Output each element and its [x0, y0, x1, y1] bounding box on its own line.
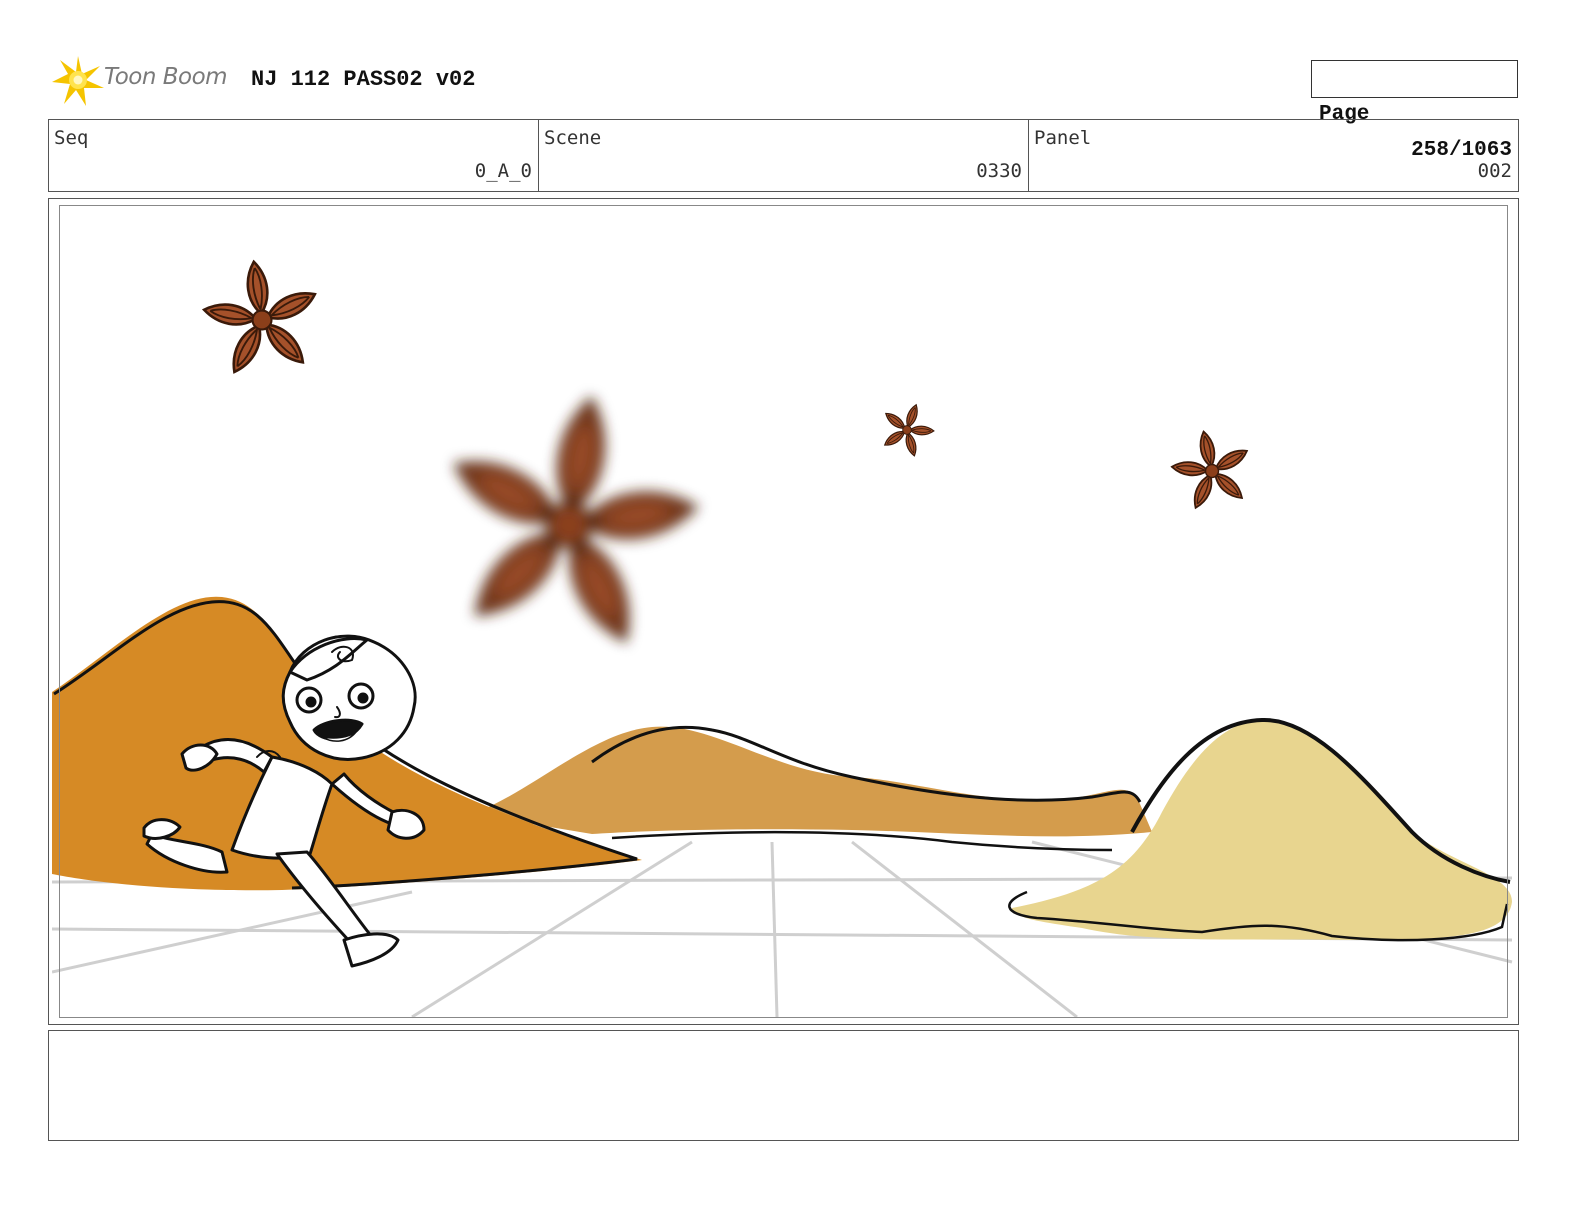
logo-text: Toon Boom [104, 64, 228, 90]
toon-boom-logo-icon [52, 56, 104, 106]
document-title: NJ 112 PASS02 v02 [251, 67, 476, 92]
panel-label: Panel [1034, 127, 1092, 149]
seq-value: 0_A_0 [474, 160, 532, 182]
panel-value: 002 [1477, 160, 1512, 182]
shot-info-table: Seq 0_A_0 Scene 0330 Panel 002 [48, 119, 1519, 192]
seq-cell: Seq 0_A_0 [49, 120, 539, 191]
scene-value: 0330 [976, 160, 1022, 182]
toon-boom-logo: Toon Boom [50, 50, 240, 108]
panel-frame-inner [59, 205, 1508, 1018]
seq-label: Seq [54, 127, 89, 149]
scene-cell: Scene 0330 [539, 120, 1029, 191]
page-counter: Page 258/1063 [1311, 60, 1518, 162]
page-header: Toon Boom NJ 112 PASS02 v02 Page 258/106… [48, 50, 1518, 162]
scene-label: Scene [544, 127, 602, 149]
panel-cell: Panel 002 [1029, 120, 1518, 191]
panel-notes-box [48, 1030, 1519, 1141]
